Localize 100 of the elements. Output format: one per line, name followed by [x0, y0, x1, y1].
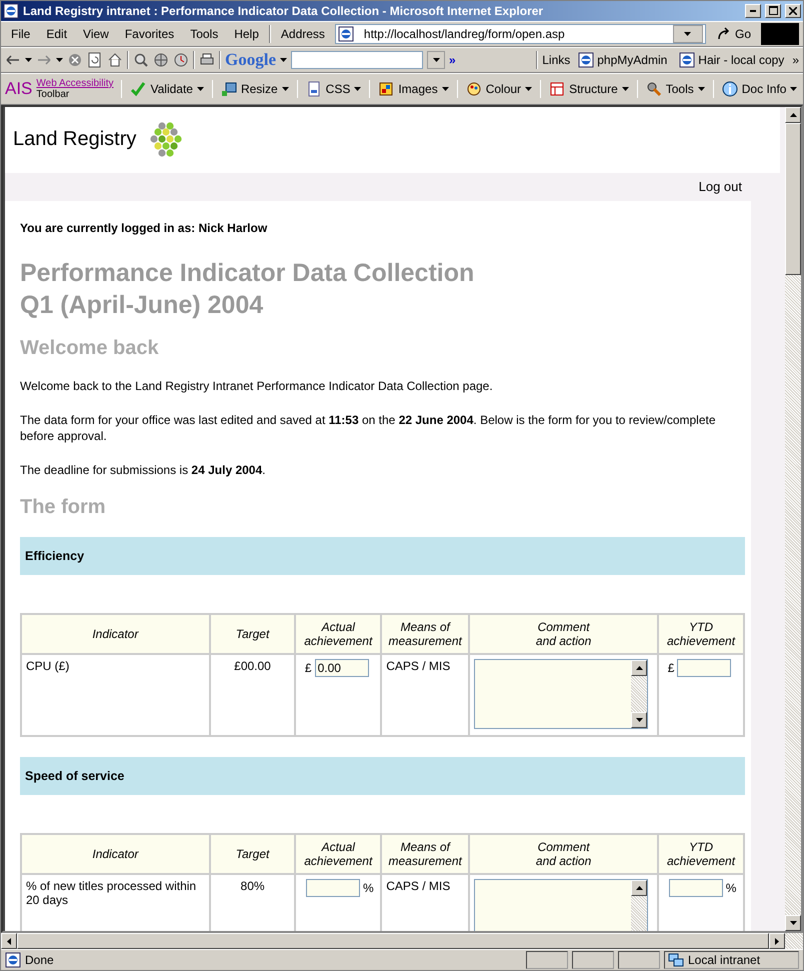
- info-icon: [722, 80, 738, 97]
- column-header: Means of measurement: [381, 614, 470, 654]
- caret-icon: [442, 86, 449, 91]
- caret-icon: [282, 86, 289, 91]
- search-icon: [133, 52, 149, 68]
- close-icon: [789, 6, 797, 15]
- maximize-button[interactable]: [765, 4, 781, 18]
- menu-item[interactable]: Tools: [184, 26, 224, 41]
- column-header: Comment and action: [469, 834, 658, 874]
- comment-field[interactable]: [474, 658, 648, 729]
- paragraph: Welcome back to the Land Registry Intranet Performance Indicator Data Collection page.: [20, 378, 494, 394]
- input-field[interactable]: [668, 878, 723, 897]
- link-button[interactable]: phpMyAdmin: [574, 52, 672, 68]
- scroll-down-icon: [790, 921, 796, 926]
- paragraph: The data form for your office was last edited and saved at 11:53 on the 22 June 2004. Below is the form for you to review/complete before approval.: [20, 412, 717, 444]
- toolbar-button[interactable]: Images: [374, 80, 453, 97]
- page-icon: [679, 52, 696, 68]
- toolbar-button[interactable]: CSS: [302, 80, 366, 97]
- toolbar-button[interactable]: Resize: [216, 80, 293, 97]
- comment-field[interactable]: [474, 878, 648, 932]
- search-field[interactable]: [291, 50, 423, 69]
- currency-symbol: £: [668, 660, 674, 675]
- menu-item[interactable]: Favorites: [118, 26, 180, 41]
- minimize-button[interactable]: [745, 4, 761, 18]
- resize-icon: [220, 80, 237, 97]
- image-icon: [378, 80, 394, 97]
- toolbar-button[interactable]: Doc Info: [718, 80, 802, 97]
- wrench-icon: [646, 80, 662, 97]
- logout-link[interactable]: Log out: [698, 179, 742, 194]
- links-label: Links: [542, 52, 570, 67]
- check-icon: [130, 80, 146, 97]
- layout-icon: [549, 80, 566, 97]
- caret-icon: [196, 86, 204, 91]
- toolbar-title: Web Accessibility Toolbar: [36, 78, 114, 100]
- scroll-right-icon: [775, 938, 779, 945]
- minimize-icon: [750, 10, 756, 12]
- caret-icon: [432, 58, 440, 62]
- go-button[interactable]: Go: [710, 26, 757, 42]
- login-status: You are currently logged in as: Nick Harlow: [20, 220, 268, 235]
- link-button[interactable]: Hair - local copy: [675, 52, 788, 68]
- column-header: Actual achievement: [295, 834, 382, 874]
- menu-item[interactable]: Help: [228, 26, 265, 41]
- history-icon: [173, 52, 189, 68]
- category-heading: Efficiency: [20, 536, 745, 575]
- google-logo: Google: [225, 50, 276, 70]
- page-icon: [338, 26, 354, 42]
- column-header: Indicator: [21, 614, 210, 654]
- column-header: Target: [210, 614, 296, 654]
- column-header: Comment and action: [469, 614, 658, 654]
- column-header: Target: [210, 834, 296, 874]
- zone-label: Local intranet: [688, 953, 760, 968]
- stop-icon: [67, 52, 83, 68]
- page-icon: [5, 952, 21, 968]
- toolbar-button[interactable]: Colour: [462, 80, 536, 97]
- status-panel: [618, 951, 660, 970]
- more-button[interactable]: »: [792, 52, 799, 67]
- ais-logo: AIS: [5, 78, 32, 99]
- more-button[interactable]: »: [449, 52, 456, 67]
- category-heading: Speed of service: [20, 756, 745, 795]
- refresh-icon: [87, 52, 103, 68]
- scroll-up-icon: [790, 112, 796, 117]
- maximize-icon: [768, 6, 778, 16]
- palette-icon: [466, 80, 482, 97]
- status-panel: [526, 951, 568, 970]
- menu-item[interactable]: File: [5, 26, 36, 41]
- section-heading: Welcome back: [20, 336, 160, 360]
- paragraph: The deadline for submissions is 24 July 2004.: [20, 462, 266, 478]
- page-icon: [578, 52, 594, 68]
- address-label: Address: [280, 26, 326, 41]
- close-button[interactable]: [785, 4, 801, 18]
- status-text: Done: [25, 953, 55, 968]
- column-header: YTD achievement: [658, 614, 744, 654]
- caret-icon: [790, 86, 798, 91]
- caret-icon: [525, 86, 532, 91]
- globe-icon: [153, 52, 169, 68]
- status-panel: [572, 951, 614, 970]
- menu-item[interactable]: Edit: [40, 26, 74, 41]
- column-header: Indicator: [21, 834, 210, 874]
- window-title: Land Registry intranet : Performance Indicator Data Collection - Microsoft Internet Explorer: [23, 4, 544, 18]
- input-field[interactable]: 0.00: [314, 658, 369, 677]
- toolbar-button[interactable]: Validate: [126, 80, 208, 97]
- scroll-up-icon: [636, 886, 643, 890]
- input-field[interactable]: [677, 658, 732, 677]
- scroll-thumb[interactable]: [785, 122, 801, 275]
- vertical-scrollbar[interactable]: [785, 106, 801, 932]
- column-header: Means of measurement: [381, 834, 470, 874]
- menu-item[interactable]: View: [77, 26, 115, 41]
- document-icon: [306, 80, 322, 97]
- column-header: Actual achievement: [295, 614, 382, 654]
- caret-icon: [56, 58, 63, 62]
- browser-icon: [3, 2, 19, 19]
- caret-icon: [698, 86, 705, 91]
- page-title: Performance Indicator Data Collection Q1 (April-June) 2004: [20, 258, 476, 321]
- toolbar-button[interactable]: Structure: [545, 80, 633, 97]
- input-field[interactable]: [306, 878, 360, 897]
- table-cell: £00.00: [210, 654, 296, 736]
- caret-icon: [280, 58, 287, 62]
- home-icon: [107, 52, 123, 68]
- address-field[interactable]: http://localhost/landreg/form/open.asp: [334, 24, 706, 44]
- toolbar-button[interactable]: Tools: [642, 80, 709, 97]
